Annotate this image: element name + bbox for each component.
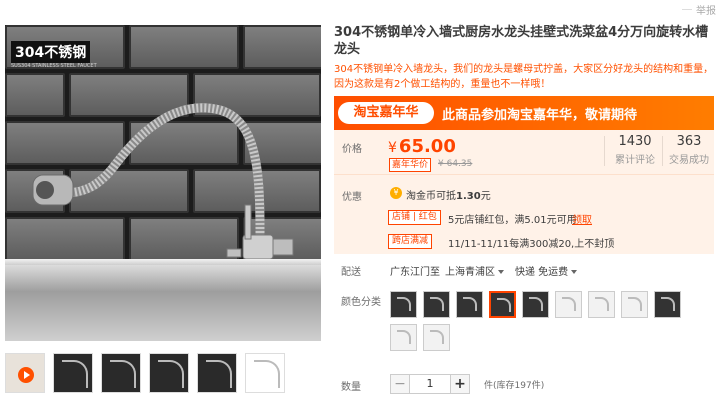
color-option-selected[interactable] xyxy=(489,291,516,318)
price-amount: 65.00 xyxy=(398,136,456,157)
product-subtitle: 304不锈钢单冷入墙龙头，我们的龙头是螺母式拧盖，大家区分好龙头的结构和重量，因… xyxy=(334,64,714,90)
thumbnail[interactable] xyxy=(149,353,189,393)
play-icon xyxy=(18,367,34,383)
sales-label: 交易成功 xyxy=(669,155,709,166)
panel-divider xyxy=(334,174,714,175)
reviews-count: 1430 xyxy=(618,134,652,149)
ship-to-select[interactable]: 上海青浦区 xyxy=(445,263,504,278)
color-option[interactable] xyxy=(654,291,681,318)
color-option[interactable] xyxy=(522,291,549,318)
original-price: ¥ 64.35 xyxy=(438,159,473,169)
color-option[interactable] xyxy=(588,291,615,318)
decrease-button[interactable]: − xyxy=(390,374,410,394)
price-label: 价格 xyxy=(342,144,362,155)
product-title: 304不锈钢单冷入墙式厨房水龙头挂壁式洗菜盆4分万向旋转水槽龙头 xyxy=(334,25,709,57)
color-option[interactable] xyxy=(390,324,417,351)
color-label: 颜色分类 xyxy=(341,297,381,308)
get-coupon-link[interactable]: 领取 xyxy=(572,211,592,226)
color-swatches xyxy=(390,291,690,351)
reviews-label: 累计评论 xyxy=(615,155,655,166)
sales-count: 363 xyxy=(676,134,702,149)
badge-subtext: SUS304 STAINLESS STEEL FAUCET xyxy=(11,63,97,69)
thumbnail-strip xyxy=(5,353,285,393)
cross-store-tag: 跨店满减 xyxy=(388,234,433,249)
divider xyxy=(662,136,663,166)
chevron-down-icon xyxy=(571,270,578,274)
color-option[interactable] xyxy=(555,291,582,318)
coin-offer: 淘金币可抵1.30元 xyxy=(406,191,491,202)
price-value: ¥65.00 xyxy=(388,136,456,157)
stock-info: 件(库存197件) xyxy=(484,381,545,391)
sales-stat: 363 交易成功 xyxy=(666,134,712,166)
quantity-label: 数量 xyxy=(341,382,361,393)
reviews-stat[interactable]: 1430 累计评论 xyxy=(610,134,660,166)
carnival-price-tag: 嘉年华价 xyxy=(389,158,432,172)
material-badge: 304不锈钢 SUS304 STAINLESS STEEL FAUCET xyxy=(5,35,117,71)
color-option[interactable] xyxy=(423,324,450,351)
color-option[interactable] xyxy=(423,291,450,318)
price-panel: 价格 ¥65.00 嘉年华价 ¥ 64.35 1430 累计评论 363 交易成… xyxy=(334,130,714,254)
shop-coupon-text: 5元店铺红包，满5.01元可用 xyxy=(448,215,577,226)
thumbnail[interactable] xyxy=(197,353,237,393)
carnival-logo: 淘宝嘉年华 xyxy=(338,102,434,124)
discount-label: 优惠 xyxy=(342,192,362,203)
shipping-method-select[interactable]: 快递 免运费 xyxy=(515,263,578,278)
chevron-down-icon xyxy=(498,270,504,274)
thumbnail[interactable] xyxy=(53,353,93,393)
cross-store-text: 11/11-11/11每满300减20,上不封顶 xyxy=(448,239,615,250)
coin-icon: ¥ xyxy=(390,187,402,199)
quantity-stepper: − 1 + xyxy=(390,374,470,394)
color-option[interactable] xyxy=(456,291,483,318)
thumbnail-video[interactable] xyxy=(5,353,45,393)
ship-to-label: 至 xyxy=(430,267,440,278)
promo-banner[interactable]: 淘宝嘉年华 此商品参加淘宝嘉年华，敬请期待 xyxy=(334,96,714,130)
increase-button[interactable]: + xyxy=(450,374,470,394)
quantity-input[interactable]: 1 xyxy=(410,374,450,394)
badge-text: 304不锈钢 xyxy=(11,41,91,63)
currency-symbol: ¥ xyxy=(388,140,397,156)
thumbnail[interactable] xyxy=(101,353,141,393)
delivery-label: 配送 xyxy=(341,267,361,278)
sink-basin xyxy=(5,265,321,341)
main-product-image[interactable]: 304不锈钢 SUS304 STAINLESS STEEL FAUCET xyxy=(5,25,321,341)
color-option[interactable] xyxy=(390,291,417,318)
shop-tag: 店铺 | 红包 xyxy=(388,210,441,225)
ship-from: 广东江门 xyxy=(390,267,430,278)
divider xyxy=(604,136,605,166)
banner-text: 此商品参加淘宝嘉年华，敬请期待 xyxy=(442,108,638,123)
report-link[interactable]: 举报 xyxy=(682,2,716,17)
color-option[interactable] xyxy=(621,291,648,318)
thumbnail[interactable] xyxy=(245,353,285,393)
